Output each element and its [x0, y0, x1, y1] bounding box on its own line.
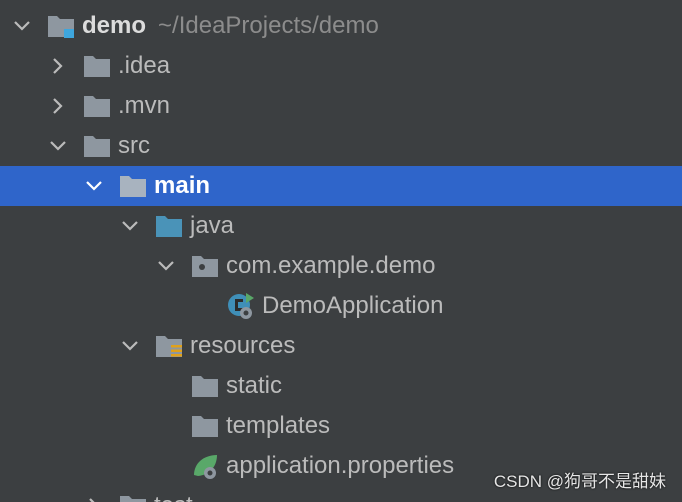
module-folder-icon — [46, 11, 76, 41]
folder-icon — [118, 171, 148, 201]
folder-icon — [118, 491, 148, 502]
chevron-down-icon[interactable] — [10, 14, 34, 38]
chevron-right-icon[interactable] — [82, 494, 106, 502]
folder-label: resources — [190, 332, 296, 359]
tree-row-src[interactable]: src — [0, 126, 682, 166]
tree-row-mvn[interactable]: .mvn — [0, 86, 682, 126]
tree-row-templates[interactable]: templates — [0, 406, 682, 446]
folder-label: .idea — [118, 52, 171, 79]
source-folder-icon — [154, 211, 184, 241]
class-label: DemoApplication — [262, 292, 444, 319]
folder-icon — [190, 411, 220, 441]
package-icon — [190, 251, 220, 281]
tree-row-package[interactable]: com.example.demo — [0, 246, 682, 286]
spring-properties-icon — [190, 451, 220, 481]
chevron-down-icon[interactable] — [46, 134, 70, 158]
root-folder-path: ~/IdeaProjects/demo — [158, 12, 379, 39]
tree-row-main[interactable]: main — [0, 166, 682, 206]
resources-folder-icon — [154, 331, 184, 361]
folder-label: templates — [226, 412, 331, 439]
chevron-down-icon[interactable] — [118, 214, 142, 238]
folder-label: static — [226, 372, 283, 399]
folder-icon — [82, 91, 112, 121]
folder-label: main — [154, 172, 211, 199]
folder-label: test — [154, 492, 193, 502]
tree-row-java[interactable]: java — [0, 206, 682, 246]
folder-icon — [82, 51, 112, 81]
package-label: com.example.demo — [226, 252, 436, 279]
folder-label: .mvn — [118, 92, 171, 119]
root-folder-name: demo — [82, 12, 147, 39]
tree-row-static[interactable]: static — [0, 366, 682, 406]
chevron-down-icon[interactable] — [82, 174, 106, 198]
spring-boot-class-icon — [226, 291, 256, 321]
folder-icon — [82, 131, 112, 161]
chevron-right-icon[interactable] — [46, 94, 70, 118]
chevron-down-icon[interactable] — [118, 334, 142, 358]
file-label: application.properties — [226, 452, 455, 479]
folder-label: java — [190, 212, 235, 239]
folder-icon — [190, 371, 220, 401]
tree-row-resources[interactable]: resources — [0, 326, 682, 366]
tree-row-demo[interactable]: demo ~/IdeaProjects/demo — [0, 6, 682, 46]
chevron-right-icon[interactable] — [46, 54, 70, 78]
folder-label: src — [118, 132, 150, 159]
project-tree: demo ~/IdeaProjects/demo .idea .mvn src — [0, 0, 682, 502]
watermark-text: CSDN @狗哥不是甜妹 — [493, 472, 666, 491]
chevron-down-icon[interactable] — [154, 254, 178, 278]
tree-row-demo-application[interactable]: DemoApplication — [0, 286, 682, 326]
tree-row-idea[interactable]: .idea — [0, 46, 682, 86]
